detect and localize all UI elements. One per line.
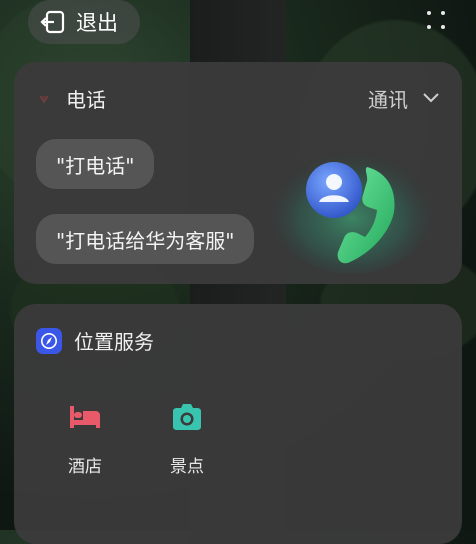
service-hotel[interactable]: 酒店 xyxy=(50,400,120,477)
suggestion-chip-call-huawei-service[interactable]: "打电话给华为客服" xyxy=(36,214,255,264)
location-card-header: 位置服务 xyxy=(36,326,154,355)
phone-app-icon xyxy=(36,91,52,107)
compass-icon xyxy=(36,327,62,354)
phone-card: 电话 通讯 "打电话" "打电话给华为客服" xyxy=(14,62,462,284)
category-label: 通讯 xyxy=(368,88,408,112)
phone-card-header: 电话 xyxy=(36,84,106,113)
service-attractions[interactable]: 景点 xyxy=(152,400,222,477)
location-card-title: 位置服务 xyxy=(74,330,154,354)
grid-dots-icon[interactable] xyxy=(426,10,448,32)
top-bar: 退出 xyxy=(0,0,476,44)
suggestion-chip-call[interactable]: "打电话" xyxy=(36,139,155,189)
phone-card-title: 电话 xyxy=(66,88,106,112)
exit-label: 退出 xyxy=(76,11,118,35)
location-services-card: 位置服务 酒店 景点 xyxy=(14,304,462,544)
camera-icon xyxy=(152,400,222,434)
chevron-down-icon xyxy=(422,89,440,108)
exit-icon xyxy=(40,9,66,35)
phone-contact-icon xyxy=(262,132,432,282)
service-attractions-label: 景点 xyxy=(170,457,204,477)
category-dropdown[interactable]: 通讯 xyxy=(368,84,440,113)
exit-button[interactable]: 退出 xyxy=(28,0,140,44)
service-hotel-label: 酒店 xyxy=(68,457,102,477)
bed-icon xyxy=(50,400,120,434)
